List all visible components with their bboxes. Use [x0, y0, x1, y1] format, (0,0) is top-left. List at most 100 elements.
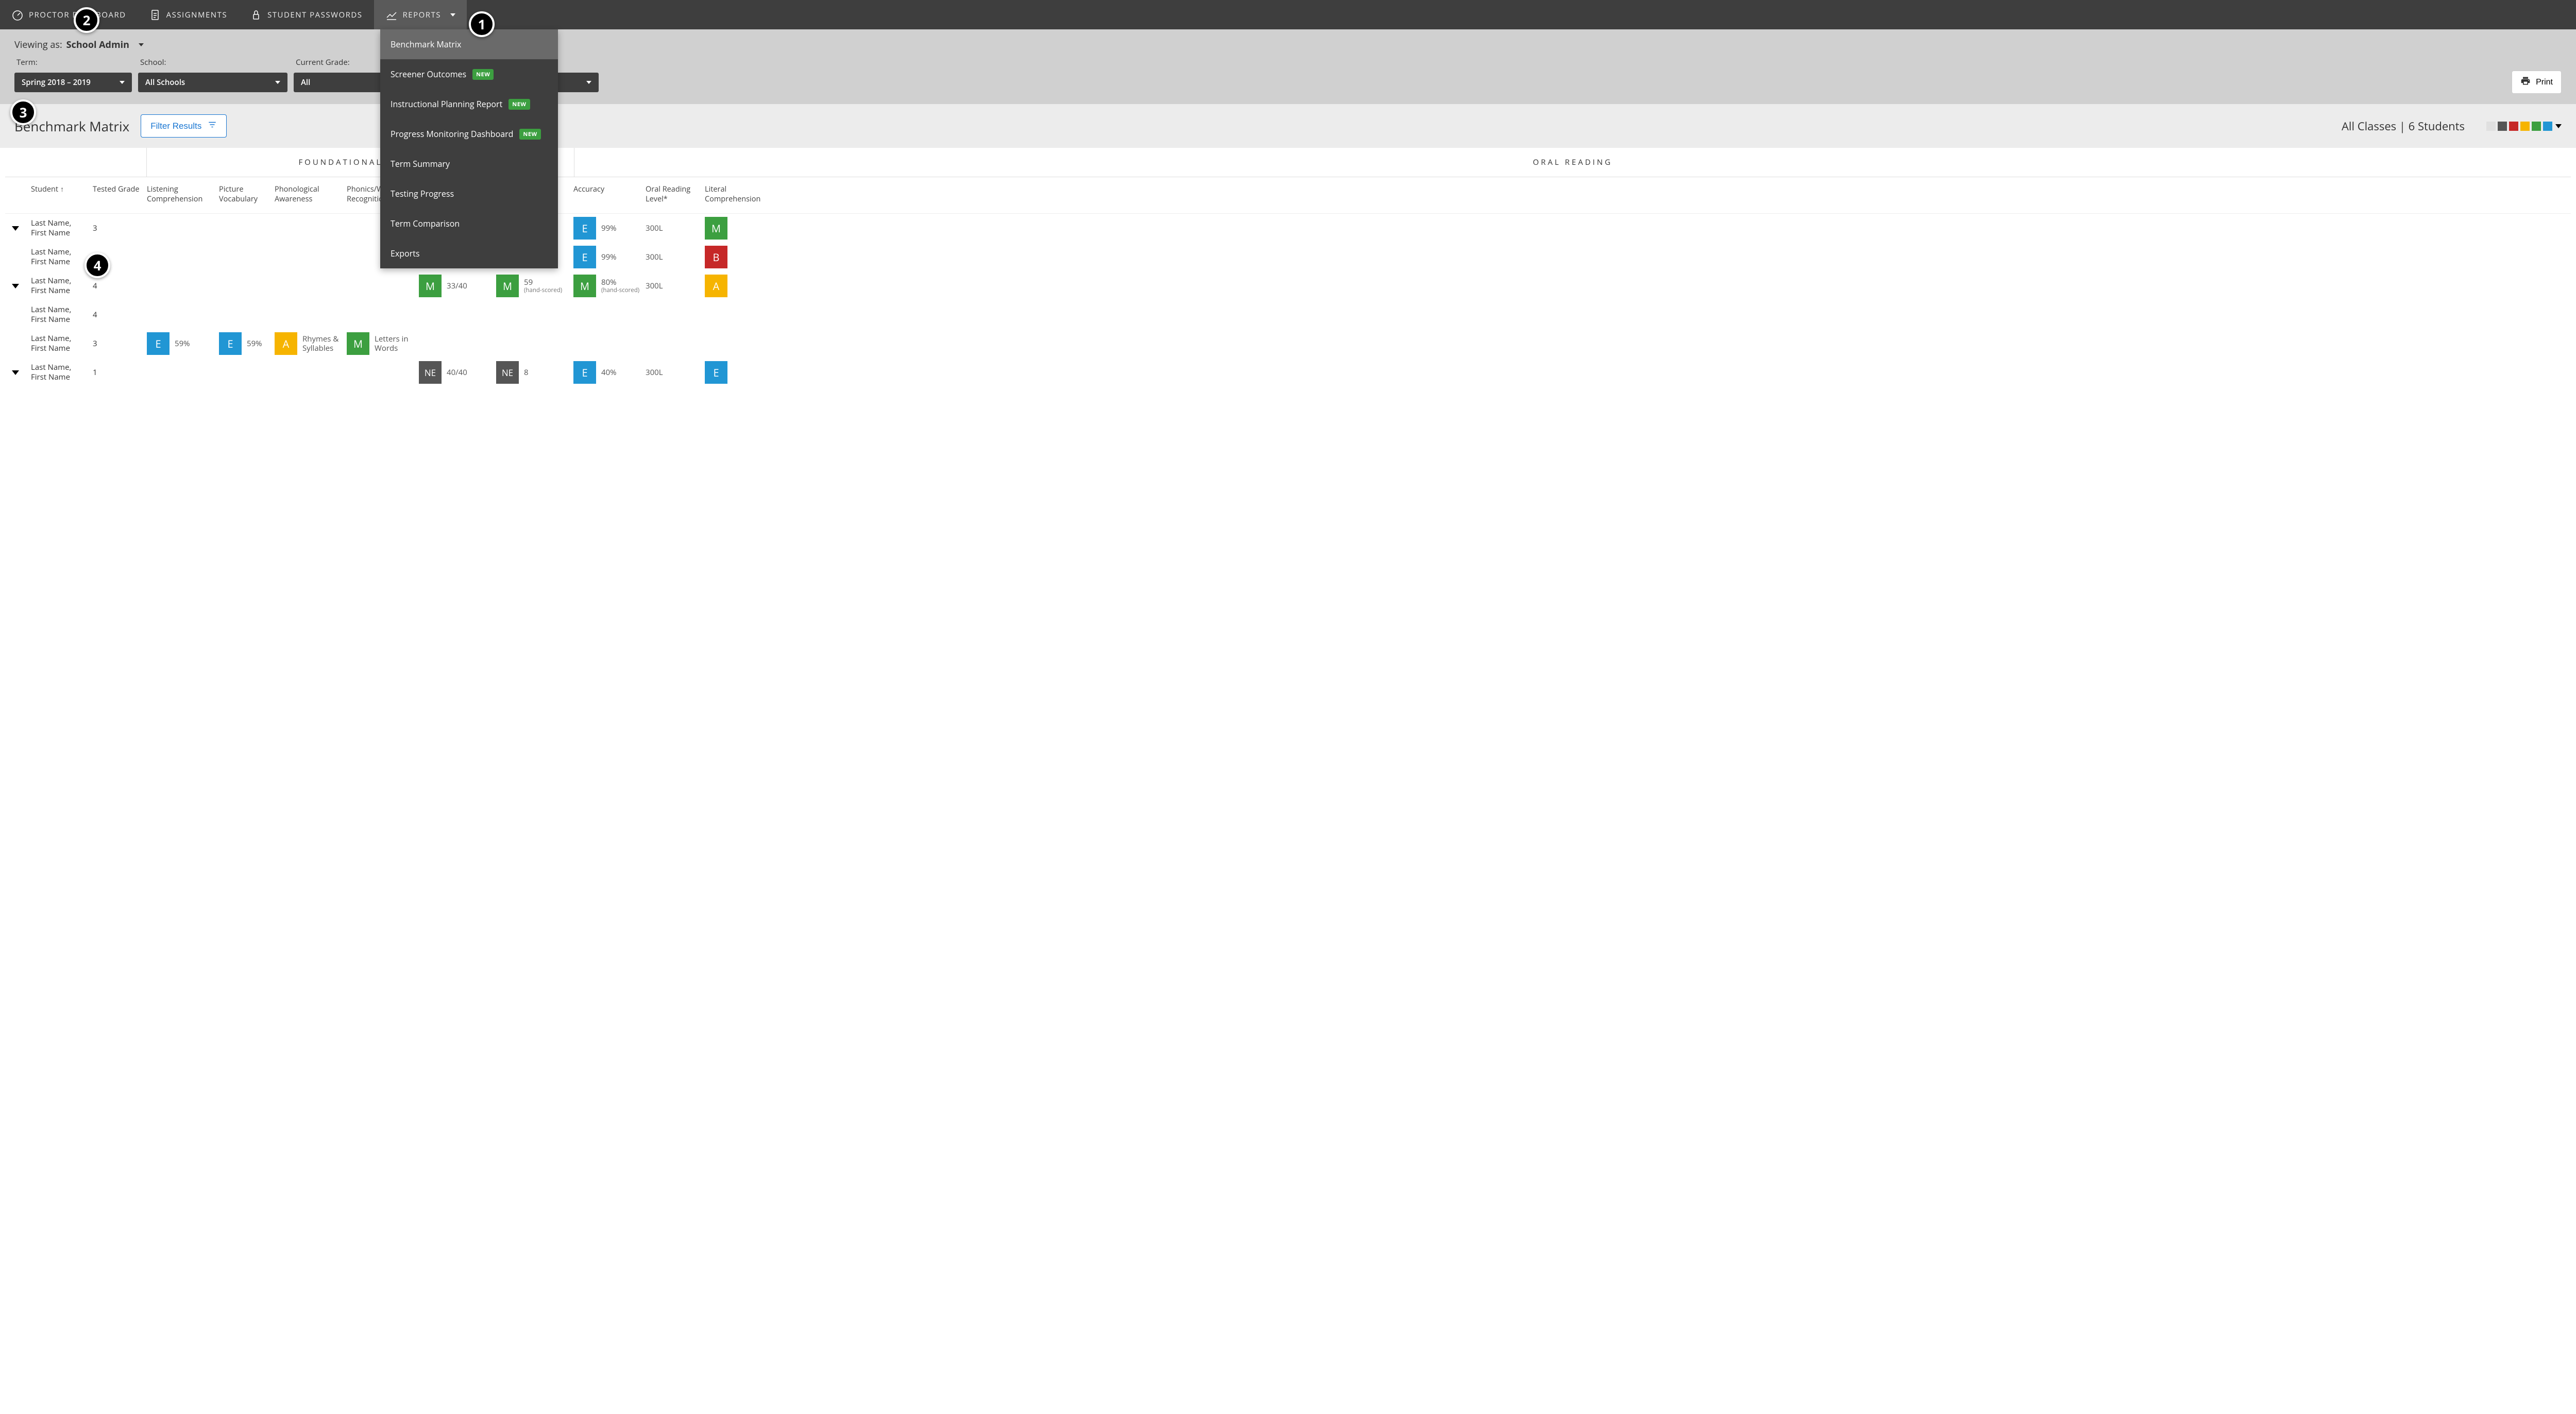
col-listening-comprehension[interactable]: Listening Comprehension	[147, 184, 219, 204]
chevron-down-icon	[120, 81, 125, 84]
new-badge: NEW	[509, 99, 530, 110]
nav-student-passwords[interactable]: STUDENT PASSWORDS	[239, 0, 374, 29]
select-value: All Schools	[145, 77, 185, 88]
score-value: 59%	[175, 339, 190, 348]
tested-grade: 1	[93, 367, 147, 378]
chart-icon	[385, 9, 398, 21]
score-badge: E	[705, 361, 727, 384]
col-phonological-awareness[interactable]: Phonological Awareness	[275, 184, 347, 204]
score-badge: B	[705, 246, 727, 268]
col-picture-vocabulary[interactable]: Picture Vocabulary	[219, 184, 275, 204]
score-value: 40%	[601, 368, 617, 377]
reports-dropdown: Benchmark Matrix Screener Outcomes NEW I…	[380, 29, 558, 268]
score-value: 99%	[601, 224, 617, 233]
legend-swatch	[2532, 122, 2541, 131]
print-icon	[2520, 76, 2531, 89]
color-legend[interactable]	[2486, 122, 2562, 131]
student-name[interactable]: Last Name, First Name	[31, 305, 93, 325]
score-badge: E	[219, 332, 242, 355]
chevron-down-icon	[2555, 124, 2562, 128]
filter-results-button[interactable]: Filter Results	[141, 114, 227, 138]
score-value: Letters in Words	[375, 334, 414, 353]
viewing-label: Viewing as:	[14, 39, 62, 51]
student-name[interactable]: Last Name, First Name	[31, 218, 93, 238]
score-badge: E	[147, 332, 170, 355]
score-badge: M	[573, 275, 596, 297]
student-name[interactable]: Last Name, First Name	[31, 363, 93, 383]
new-badge: NEW	[472, 69, 494, 80]
tested-grade: 4	[93, 310, 147, 320]
table-row: Last Name, First Name 4	[5, 300, 2571, 329]
score-badge: E	[573, 361, 596, 384]
dropdown-item-progress-monitoring[interactable]: Progress Monitoring Dashboard NEW	[380, 119, 558, 149]
nav-proctor-dashboard[interactable]: PROCTOR DASHBOARD	[0, 0, 138, 29]
oral-reading-level: 300L	[646, 224, 663, 233]
filter-results-label: Filter Results	[150, 121, 201, 131]
dropdown-item-screener-outcomes[interactable]: Screener Outcomes NEW	[380, 59, 558, 89]
chevron-down-icon	[450, 13, 455, 16]
table-row: Last Name, First Name 1 NE40/40 NE8 E40%…	[5, 358, 2571, 387]
group-header-oral: ORAL READING	[574, 148, 2571, 177]
dropdown-label: Instructional Planning Report	[391, 98, 502, 110]
nav-label: ASSIGNMENTS	[166, 10, 227, 20]
score-value: 40/40	[447, 368, 467, 377]
legend-swatch	[2520, 122, 2530, 131]
col-grade[interactable]: Tested Grade	[93, 184, 147, 204]
dropdown-label: Progress Monitoring Dashboard	[391, 128, 513, 140]
expand-row-icon[interactable]	[12, 284, 19, 288]
expand-row-icon[interactable]	[12, 370, 19, 375]
tested-grade: 3	[93, 223, 147, 233]
col-accuracy[interactable]: Accuracy	[573, 184, 646, 204]
dropdown-label: Screener Outcomes	[391, 69, 466, 80]
tested-grade: 4	[93, 281, 147, 291]
student-name[interactable]: Last Name, First Name	[31, 276, 93, 296]
dropdown-item-term-summary[interactable]: Term Summary	[380, 149, 558, 179]
tested-grade: 3	[93, 338, 147, 349]
filter-icon	[208, 120, 217, 132]
score-value: 99%	[601, 252, 617, 262]
expand-row-icon[interactable]	[12, 226, 19, 231]
term-label: Term:	[14, 57, 138, 67]
lock-icon	[250, 9, 262, 21]
score-value: 80%(hand-scored)	[601, 278, 639, 294]
score-badge: M	[705, 217, 727, 240]
col-student[interactable]: Student ↑	[31, 184, 93, 204]
chevron-down-icon	[275, 81, 280, 84]
viewing-value: School Admin	[66, 39, 129, 51]
score-value: 8	[524, 368, 529, 377]
top-nav: PROCTOR DASHBOARD ASSIGNMENTS STUDENT PA…	[0, 0, 2576, 29]
score-badge: A	[705, 275, 727, 297]
score-badge: A	[275, 332, 297, 355]
dropdown-label: Testing Progress	[391, 188, 454, 199]
dropdown-item-testing-progress[interactable]: Testing Progress	[380, 179, 558, 209]
new-badge: NEW	[519, 129, 540, 140]
dropdown-item-term-comparison[interactable]: Term Comparison	[380, 209, 558, 238]
col-literal-comprehension[interactable]: Literal Comprehension	[705, 184, 777, 204]
table-row: Last Name, First Name 3 E59% E59% ARhyme…	[5, 329, 2571, 358]
callout-badge-4: 4	[84, 252, 110, 278]
print-button[interactable]: Print	[2512, 71, 2562, 94]
nav-reports[interactable]: REPORTS	[374, 0, 467, 29]
callout-badge-3: 3	[10, 99, 36, 125]
callout-badge-2: 2	[74, 7, 99, 33]
col-oral-reading-level[interactable]: Oral Reading Level*	[646, 184, 705, 204]
chevron-down-icon	[586, 81, 591, 84]
student-name[interactable]: Last Name, First Name	[31, 334, 93, 354]
classes-summary: All Classes | 6 Students	[2342, 118, 2465, 134]
dropdown-item-benchmark-matrix[interactable]: Benchmark Matrix	[380, 29, 558, 59]
dropdown-label: Term Summary	[391, 158, 450, 169]
school-select[interactable]: All Schools	[138, 73, 287, 92]
dropdown-item-exports[interactable]: Exports	[380, 238, 558, 268]
student-name[interactable]: Last Name, First Name	[31, 247, 93, 267]
dropdown-item-instructional-planning[interactable]: Instructional Planning Report NEW	[380, 89, 558, 119]
legend-swatch	[2543, 122, 2552, 131]
dropdown-label: Benchmark Matrix	[391, 39, 461, 50]
term-select[interactable]: Spring 2018 – 2019	[14, 73, 132, 92]
legend-swatch	[2498, 122, 2507, 131]
print-label: Print	[2536, 78, 2553, 87]
select-value: All	[301, 77, 310, 88]
nav-assignments[interactable]: ASSIGNMENTS	[138, 0, 239, 29]
oral-reading-level: 300L	[646, 281, 663, 291]
score-badge: E	[573, 217, 596, 240]
score-badge: E	[573, 246, 596, 268]
